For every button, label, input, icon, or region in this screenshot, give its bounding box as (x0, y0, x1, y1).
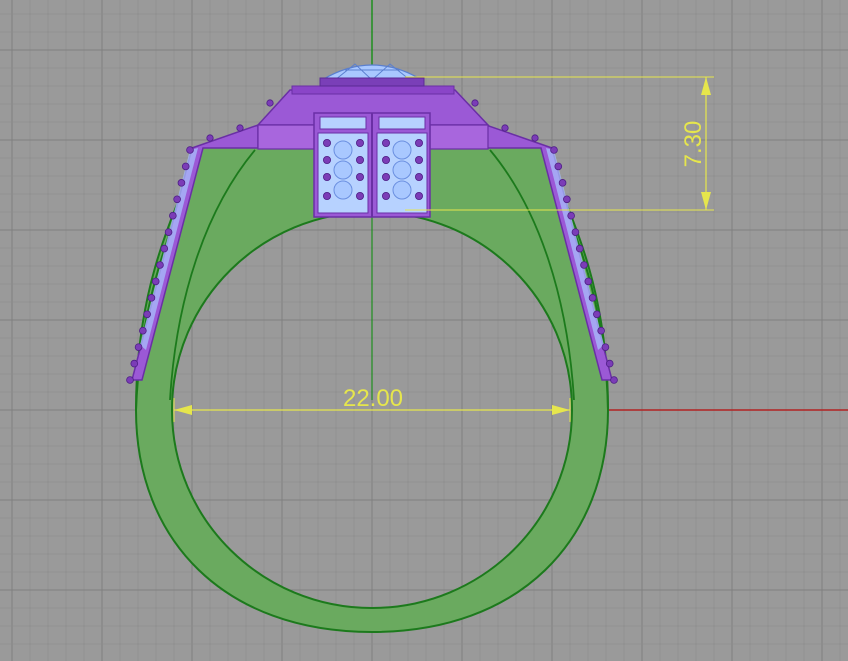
prong-bead (597, 326, 605, 335)
top-stone-strip-right (378, 116, 426, 130)
prong-bead (186, 146, 194, 154)
pave-prong (355, 172, 364, 181)
front-viewport[interactable]: 22.00 7.30 (0, 0, 848, 661)
pave-prong (322, 155, 331, 164)
pave-prong (355, 138, 364, 147)
prong-bead (206, 134, 214, 142)
prong-bead (173, 195, 181, 204)
pave-prong (381, 172, 390, 181)
pave-prong (322, 138, 331, 147)
prong-bead (563, 195, 571, 204)
prong-bead (266, 99, 274, 107)
prong-bead (160, 244, 169, 253)
pave-stone (333, 160, 353, 180)
pave-stone (392, 160, 412, 180)
pave-stone (333, 180, 353, 200)
prong-bead (601, 343, 610, 351)
prong-bead (147, 294, 156, 302)
prong-bead (567, 211, 575, 220)
pave-prong (414, 155, 423, 164)
prong-bead (571, 228, 580, 236)
prong-bead (181, 162, 190, 171)
prong-bead (575, 244, 584, 253)
height-dimension-text: 7.30 (680, 121, 707, 168)
prong-bead (580, 261, 588, 269)
head-shoulder-left (257, 124, 317, 150)
prong-bead (588, 294, 597, 302)
prong-bead (143, 310, 151, 319)
prong-bead (610, 376, 618, 384)
prong-bead (126, 376, 134, 384)
pave-stone (392, 140, 412, 160)
head-top-rim (291, 85, 455, 95)
pave-prong (355, 155, 364, 164)
prong-bead (156, 261, 164, 269)
prong-bead (130, 359, 139, 368)
prong-bead (236, 124, 244, 132)
prong-bead (501, 124, 509, 132)
pave-prong (322, 172, 331, 181)
prong-bead (164, 228, 173, 236)
viewport-canvas[interactable]: 22.00 7.30 (0, 0, 848, 661)
pave-prong (381, 155, 390, 164)
pave-prong (322, 191, 331, 200)
prong-bead (169, 211, 177, 220)
prong-bead (558, 179, 567, 187)
prong-bead (605, 359, 614, 368)
pave-prong (414, 191, 423, 200)
pave-prong (381, 191, 390, 200)
diameter-dimension-text: 22.00 (343, 385, 403, 412)
prong-bead (531, 134, 539, 142)
pave-prong (381, 138, 390, 147)
top-stone-strip-left (319, 116, 367, 130)
pave-stone (333, 140, 353, 160)
prong-bead (593, 310, 601, 319)
prong-bead (134, 343, 143, 351)
prong-bead (471, 99, 479, 107)
prong-bead (177, 179, 186, 187)
pave-stone (392, 180, 412, 200)
pave-prong (414, 172, 423, 181)
center-stone-seat (319, 77, 425, 87)
prong-bead (550, 146, 558, 154)
pave-prong (414, 138, 423, 147)
pave-prong (355, 191, 364, 200)
head-shoulder-right (429, 124, 489, 150)
prong-bead (139, 326, 147, 335)
prong-bead (554, 162, 563, 171)
prong-bead (151, 277, 160, 286)
prong-bead (584, 277, 593, 286)
